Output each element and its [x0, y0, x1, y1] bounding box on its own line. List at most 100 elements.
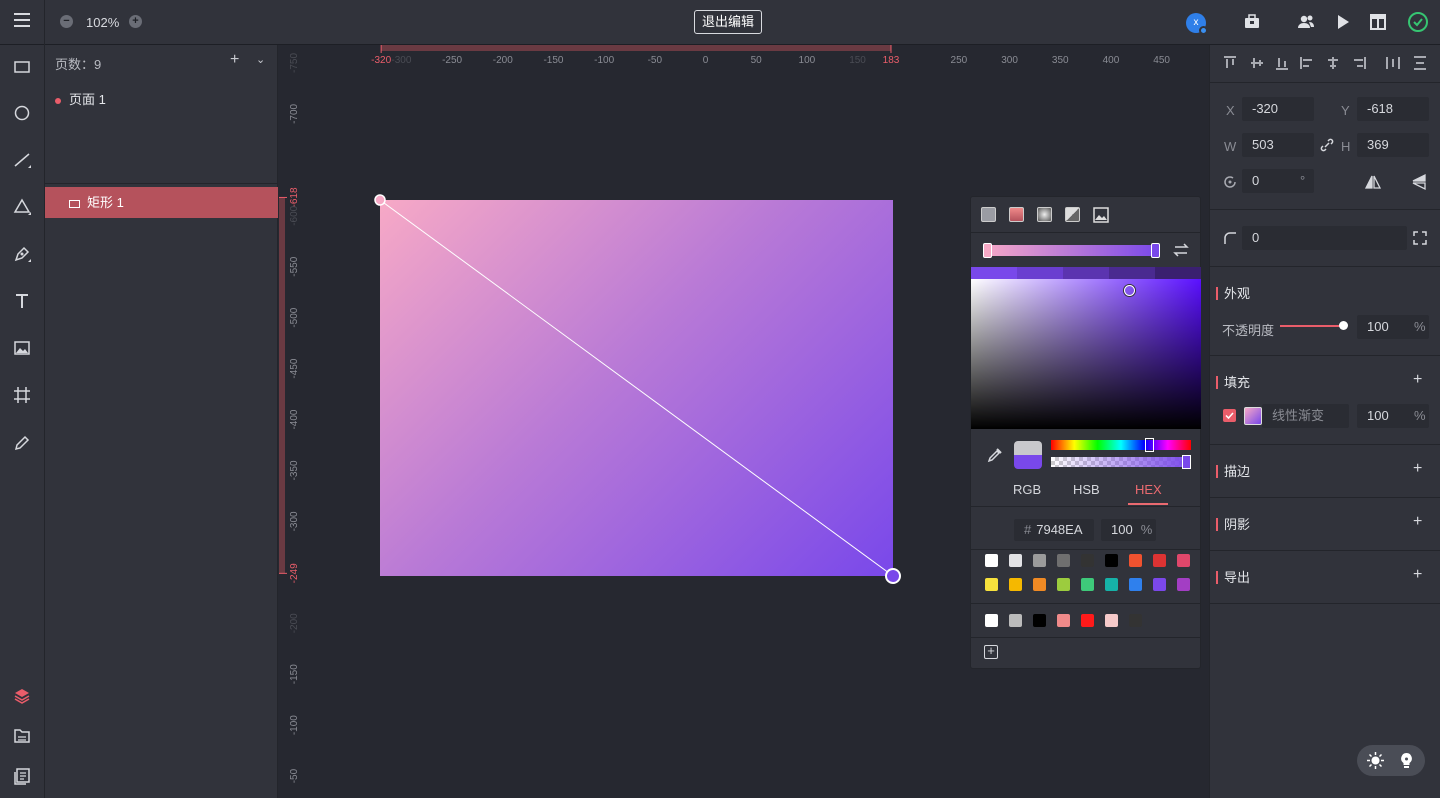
- zoom-in-button[interactable]: +: [129, 15, 142, 28]
- align-bottom-icon[interactable]: [1275, 56, 1289, 70]
- add-shadow-button[interactable]: +: [1413, 513, 1422, 531]
- artboard-tool-icon[interactable]: [12, 385, 32, 405]
- alpha-handle[interactable]: [1182, 455, 1191, 469]
- color-swatch[interactable]: [1129, 578, 1142, 591]
- fill-checkbox[interactable]: [1223, 409, 1236, 422]
- add-export-button[interactable]: +: [1413, 566, 1422, 584]
- color-swatch[interactable]: [1033, 554, 1046, 567]
- rotation-input[interactable]: 0 °: [1242, 169, 1314, 193]
- width-input[interactable]: 503: [1242, 133, 1314, 157]
- image-fill-icon[interactable]: [1093, 207, 1109, 223]
- color-swatch[interactable]: [1009, 554, 1022, 567]
- radial-gradient-icon[interactable]: [1037, 207, 1052, 222]
- play-icon[interactable]: [1333, 12, 1353, 32]
- color-swatch[interactable]: [1081, 578, 1094, 591]
- lightbulb-icon[interactable]: [1397, 751, 1416, 770]
- menu-icon[interactable]: [14, 13, 30, 29]
- sun-icon[interactable]: [1366, 751, 1385, 770]
- distribute-horizontal-icon[interactable]: [1386, 56, 1400, 70]
- gradient-end-handle[interactable]: [885, 568, 901, 584]
- eyedropper-icon[interactable]: [987, 447, 1003, 463]
- layer-row-rectangle[interactable]: 矩形 1: [45, 187, 278, 218]
- avatar[interactable]: x: [1186, 13, 1208, 35]
- check-icon[interactable]: [1408, 12, 1428, 32]
- align-right-icon[interactable]: [1352, 56, 1366, 70]
- components-icon[interactable]: [12, 766, 32, 786]
- color-cursor[interactable]: [1124, 285, 1135, 296]
- height-input[interactable]: 369: [1357, 133, 1429, 157]
- hue-handle[interactable]: [1145, 438, 1154, 452]
- hex-input[interactable]: #7948EA: [1014, 519, 1094, 541]
- color-swatch[interactable]: [1177, 578, 1190, 591]
- saturation-value-field[interactable]: [971, 279, 1201, 429]
- image-tool-icon[interactable]: [12, 338, 32, 358]
- toolbox-icon[interactable]: [1242, 12, 1262, 32]
- tab-hsb[interactable]: HSB: [1073, 482, 1100, 497]
- assets-icon[interactable]: [12, 726, 32, 746]
- alpha-input[interactable]: 100%: [1101, 519, 1156, 541]
- color-swatch[interactable]: [1081, 554, 1094, 567]
- collaborators-icon[interactable]: [1296, 12, 1316, 32]
- swap-icon[interactable]: [1172, 241, 1190, 259]
- color-swatch[interactable]: [1033, 614, 1046, 627]
- gradient-start-handle[interactable]: [374, 194, 386, 206]
- color-swatch[interactable]: [1009, 578, 1022, 591]
- triangle-tool-icon[interactable]: [12, 197, 32, 217]
- link-icon[interactable]: [1320, 138, 1334, 152]
- independent-corners-icon[interactable]: [1413, 231, 1427, 245]
- flip-horizontal-icon[interactable]: [1364, 173, 1382, 191]
- fill-swatch[interactable]: [1244, 407, 1262, 425]
- color-swatch[interactable]: [985, 578, 998, 591]
- alpha-slider[interactable]: [1051, 455, 1191, 469]
- layout-icon[interactable]: [1368, 12, 1388, 32]
- layers-icon[interactable]: [12, 686, 32, 706]
- angular-gradient-icon[interactable]: [1065, 207, 1080, 222]
- color-swatch[interactable]: [1129, 614, 1142, 627]
- color-swatch[interactable]: [1057, 614, 1070, 627]
- flip-vertical-icon[interactable]: [1410, 173, 1428, 191]
- zoom-out-button[interactable]: −: [60, 15, 73, 28]
- linear-gradient-icon[interactable]: [1009, 207, 1024, 222]
- align-vertical-center-icon[interactable]: [1250, 56, 1264, 70]
- opacity-slider-knob[interactable]: [1339, 321, 1348, 330]
- add-page-icon[interactable]: +: [230, 51, 239, 69]
- rectangle-tool-icon[interactable]: [12, 57, 32, 77]
- color-swatch[interactable]: [1153, 578, 1166, 591]
- opacity-input[interactable]: 100%: [1357, 315, 1429, 339]
- gradient-bar[interactable]: [983, 243, 1160, 258]
- theme-toggle[interactable]: [1357, 745, 1425, 776]
- color-swatch[interactable]: [1057, 554, 1070, 567]
- color-swatch[interactable]: [1105, 614, 1118, 627]
- align-top-icon[interactable]: [1223, 56, 1237, 70]
- add-stroke-button[interactable]: +: [1413, 460, 1422, 478]
- corner-radius-input[interactable]: 0: [1242, 226, 1407, 250]
- page-item[interactable]: 页面 1: [55, 89, 106, 108]
- color-swatch[interactable]: [1153, 554, 1166, 567]
- color-swatch[interactable]: [1105, 578, 1118, 591]
- opacity-slider[interactable]: [1280, 321, 1348, 330]
- add-fill-button[interactable]: +: [1413, 371, 1422, 389]
- fill-opacity-input[interactable]: 100%: [1357, 404, 1429, 428]
- color-swatch[interactable]: [1081, 614, 1094, 627]
- align-left-icon[interactable]: [1300, 56, 1314, 70]
- color-swatch[interactable]: [1129, 554, 1142, 567]
- gradient-stop-end[interactable]: [1151, 243, 1160, 258]
- y-input[interactable]: -618: [1357, 97, 1429, 121]
- x-input[interactable]: -320: [1242, 97, 1314, 121]
- color-swatch[interactable]: [985, 614, 998, 627]
- color-swatch[interactable]: [1033, 578, 1046, 591]
- tab-hex[interactable]: HEX: [1135, 482, 1162, 497]
- color-swatch[interactable]: [1177, 554, 1190, 567]
- tab-rgb[interactable]: RGB: [1013, 482, 1041, 497]
- gradient-stop-start[interactable]: [983, 243, 992, 258]
- color-swatch[interactable]: [1057, 578, 1070, 591]
- align-horizontal-center-icon[interactable]: [1326, 56, 1340, 70]
- pencil-tool-icon[interactable]: [12, 432, 32, 452]
- pen-tool-icon[interactable]: [12, 244, 32, 264]
- ellipse-tool-icon[interactable]: [12, 103, 32, 123]
- color-swatch[interactable]: [1009, 614, 1022, 627]
- color-swatch[interactable]: [1105, 554, 1118, 567]
- fill-type-input[interactable]: 线性渐变: [1262, 404, 1349, 428]
- solid-fill-icon[interactable]: [981, 207, 996, 222]
- distribute-vertical-icon[interactable]: [1413, 56, 1427, 70]
